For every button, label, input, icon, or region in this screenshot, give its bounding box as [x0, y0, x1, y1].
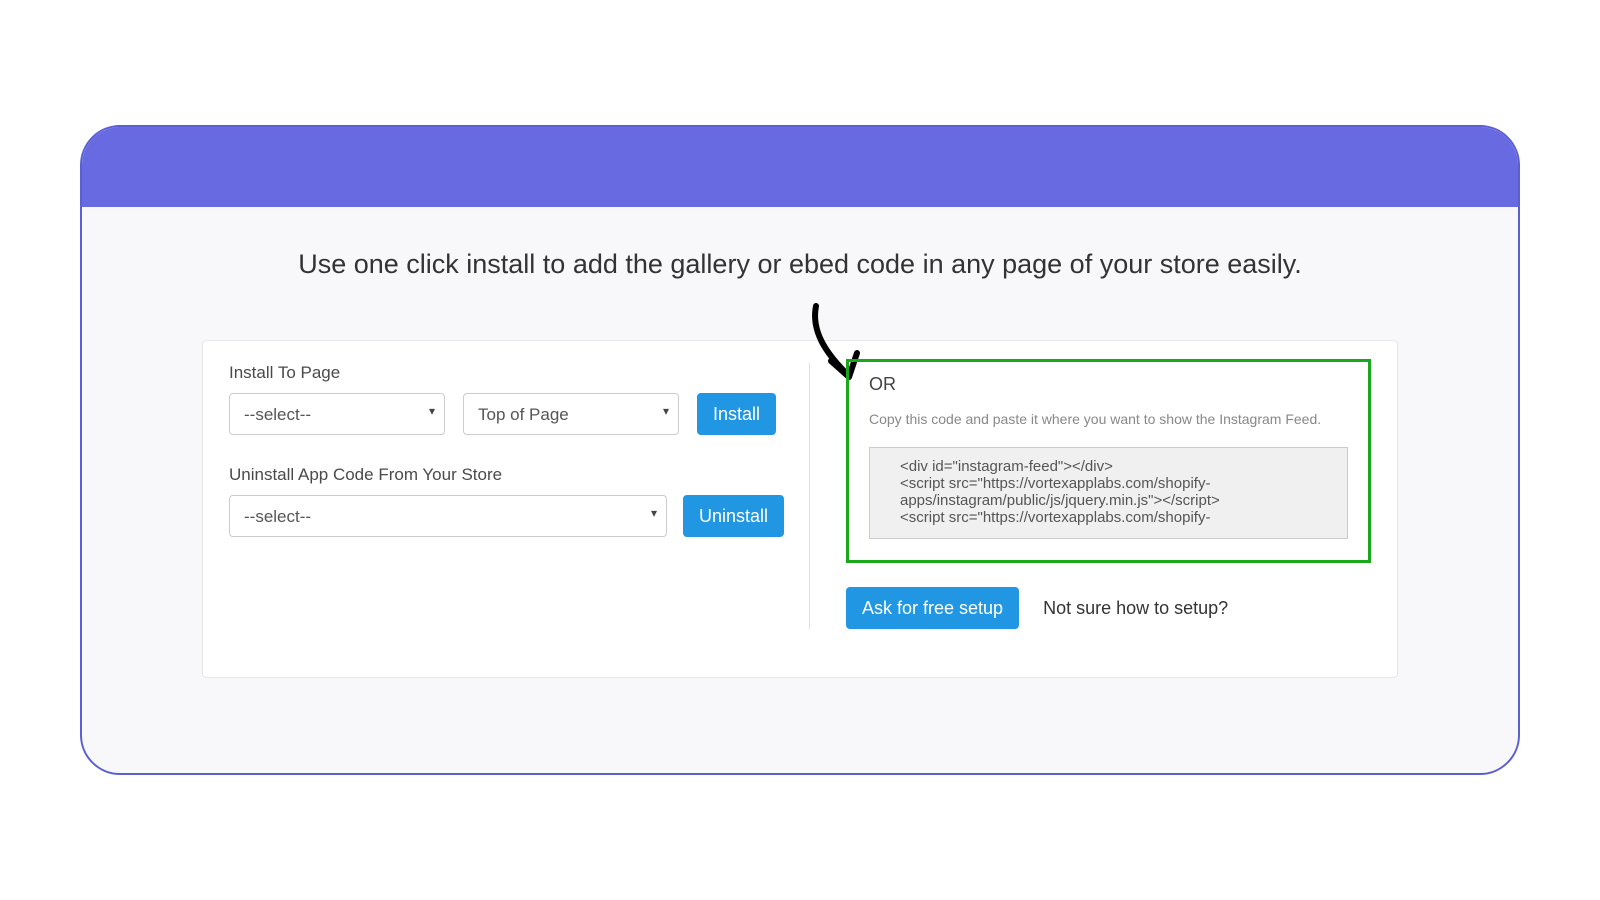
page-select[interactable]: --select--: [229, 393, 445, 435]
embed-code-textarea[interactable]: [869, 447, 1348, 539]
embed-highlight-box: OR Copy this code and paste it where you…: [846, 359, 1371, 563]
settings-card: Install To Page --select-- Top of Page I…: [202, 340, 1398, 678]
copy-instruction: Copy this code and paste it where you wa…: [869, 411, 1348, 427]
install-to-page-label: Install To Page: [229, 363, 809, 383]
not-sure-text: Not sure how to setup?: [1043, 598, 1228, 619]
header-band: [82, 127, 1518, 207]
ask-free-setup-button[interactable]: Ask for free setup: [846, 587, 1019, 629]
install-pane: Install To Page --select-- Top of Page I…: [229, 363, 809, 629]
install-button[interactable]: Install: [697, 393, 776, 435]
page-heading: Use one click install to add the gallery…: [82, 249, 1518, 280]
app-frame: Use one click install to add the gallery…: [80, 125, 1520, 775]
embed-pane: OR Copy this code and paste it where you…: [809, 363, 1371, 629]
or-label: OR: [869, 374, 1348, 395]
uninstall-select[interactable]: --select--: [229, 495, 667, 537]
uninstall-button[interactable]: Uninstall: [683, 495, 784, 537]
position-select[interactable]: Top of Page: [463, 393, 679, 435]
uninstall-label: Uninstall App Code From Your Store: [229, 465, 809, 485]
